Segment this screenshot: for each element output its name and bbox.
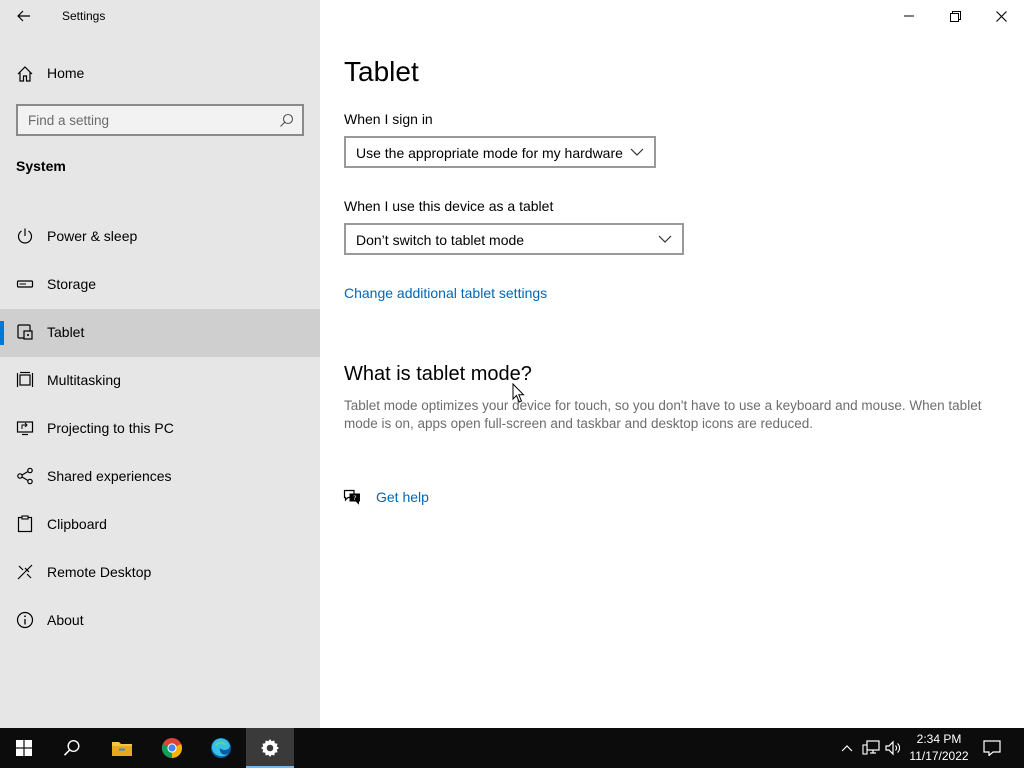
taskbar-edge[interactable] bbox=[197, 728, 245, 768]
sidebar-item-label: Multitasking bbox=[47, 372, 121, 388]
home-icon bbox=[17, 66, 33, 82]
volume-icon bbox=[885, 740, 900, 756]
close-button[interactable] bbox=[978, 0, 1024, 32]
search-placeholder: Find a setting bbox=[28, 113, 110, 128]
titlebar-left: Settings bbox=[0, 0, 320, 32]
mouse-cursor-icon bbox=[512, 383, 525, 403]
tablet-use-value: Don’t switch to tablet mode bbox=[356, 232, 525, 248]
tablet-use-dropdown[interactable]: Don’t switch to tablet mode bbox=[344, 223, 684, 255]
sidebar-item-home[interactable]: Home bbox=[0, 52, 320, 94]
show-hidden-icons-button[interactable] bbox=[838, 739, 856, 757]
close-icon bbox=[995, 10, 1007, 22]
info-icon bbox=[16, 611, 34, 629]
sidebar-item-label: Remote Desktop bbox=[47, 564, 152, 580]
projecting-icon bbox=[16, 421, 34, 436]
restore-icon bbox=[949, 10, 961, 22]
taskbar-search-button[interactable] bbox=[48, 728, 96, 768]
app-title: Settings bbox=[62, 9, 106, 23]
svg-text:?: ? bbox=[353, 494, 356, 502]
edge-icon bbox=[211, 738, 231, 758]
sidebar-item-remote-desktop[interactable]: Remote Desktop bbox=[0, 549, 320, 597]
remote-desktop-icon bbox=[17, 564, 33, 580]
sidebar-item-label: About bbox=[47, 612, 84, 628]
multitasking-icon bbox=[16, 371, 34, 387]
volume-button[interactable] bbox=[885, 739, 903, 757]
search-icon bbox=[63, 739, 80, 756]
chevron-down-icon bbox=[630, 148, 644, 156]
power-icon bbox=[17, 228, 33, 244]
network-icon bbox=[862, 740, 880, 755]
taskbar-settings[interactable] bbox=[246, 728, 294, 768]
sign-in-label: When I sign in bbox=[344, 111, 433, 127]
tablet-icon bbox=[17, 324, 33, 340]
sidebar-item-about[interactable]: About bbox=[0, 597, 320, 645]
action-center-button[interactable] bbox=[978, 728, 1006, 768]
sidebar-item-power-sleep[interactable]: Power & sleep bbox=[0, 213, 320, 261]
windows-start-icon bbox=[16, 740, 32, 756]
sidebar: Settings Home Find a setting System Powe… bbox=[0, 0, 320, 728]
sidebar-item-projecting[interactable]: Projecting to this PC bbox=[0, 405, 320, 453]
sidebar-item-tablet[interactable]: Tablet bbox=[0, 309, 320, 357]
sidebar-item-label: Power & sleep bbox=[47, 228, 138, 244]
shared-experiences-icon bbox=[17, 467, 33, 485]
sign-in-mode-dropdown[interactable]: Use the appropriate mode for my hardware bbox=[344, 136, 656, 168]
minimize-icon bbox=[904, 15, 914, 17]
sidebar-item-multitasking[interactable]: Multitasking bbox=[0, 357, 320, 405]
network-button[interactable] bbox=[862, 739, 880, 757]
help-chat-icon: ? bbox=[343, 489, 360, 505]
additional-tablet-settings-link[interactable]: Change additional tablet settings bbox=[344, 285, 547, 301]
section-title: System bbox=[16, 158, 66, 174]
clock-date: 11/17/2022 bbox=[909, 749, 969, 763]
sidebar-item-label: Clipboard bbox=[47, 516, 107, 532]
taskbar-file-explorer[interactable] bbox=[98, 728, 146, 768]
back-button[interactable] bbox=[8, 2, 40, 30]
chrome-icon bbox=[161, 738, 183, 759]
restore-button[interactable] bbox=[932, 0, 978, 32]
sidebar-item-storage[interactable]: Storage bbox=[0, 261, 320, 309]
sidebar-item-label: Tablet bbox=[47, 324, 85, 340]
sidebar-item-label: Shared experiences bbox=[47, 468, 172, 484]
file-explorer-icon bbox=[112, 742, 132, 756]
taskbar-clock[interactable]: 2:34 PM 11/17/2022 bbox=[906, 731, 972, 765]
sidebar-item-clipboard[interactable]: Clipboard bbox=[0, 501, 320, 549]
minimize-button[interactable] bbox=[886, 0, 932, 32]
chevron-down-icon bbox=[658, 235, 672, 243]
search-icon bbox=[280, 113, 294, 127]
notification-icon bbox=[983, 740, 1001, 756]
taskbar-chrome[interactable] bbox=[148, 728, 196, 768]
storage-icon bbox=[16, 280, 34, 288]
settings-gear-icon bbox=[261, 739, 279, 757]
get-help-link[interactable]: Get help bbox=[376, 489, 429, 505]
sidebar-item-label: Storage bbox=[47, 276, 97, 292]
tablet-use-label: When I use this device as a tablet bbox=[344, 198, 554, 214]
back-arrow-icon bbox=[17, 10, 30, 22]
home-label: Home bbox=[47, 65, 85, 81]
tablet-mode-description: Tablet mode optimizes your device for to… bbox=[344, 398, 982, 431]
page-title: Tablet bbox=[344, 56, 419, 87]
start-button[interactable] bbox=[0, 728, 48, 768]
sidebar-item-label: Projecting to this PC bbox=[47, 420, 174, 436]
sidebar-item-shared-experiences[interactable]: Shared experiences bbox=[0, 453, 320, 501]
clock-time: 2:34 PM bbox=[916, 732, 962, 746]
chevron-up-icon bbox=[841, 745, 853, 752]
selection-indicator bbox=[0, 321, 4, 345]
what-is-tablet-mode-heading: What is tablet mode? bbox=[344, 363, 532, 385]
sign-in-mode-value: Use the appropriate mode for my hardware bbox=[356, 145, 623, 161]
search-input[interactable]: Find a setting bbox=[16, 104, 304, 136]
clipboard-icon bbox=[17, 515, 33, 533]
taskbar: 2:34 PM 11/17/2022 bbox=[0, 728, 1024, 768]
